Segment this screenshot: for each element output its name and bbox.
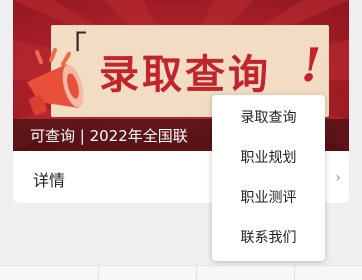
exclamation-mark: ! [301, 38, 322, 92]
chevron-right-icon: › [335, 170, 341, 186]
menu-item-admission-query[interactable]: 录取查询 [212, 98, 325, 138]
popup-menu: 录取查询 职业规划 职业测评 联系我们 [212, 95, 325, 261]
toolbar-divider [196, 266, 197, 280]
detail-label: 详情 [33, 171, 66, 190]
banner-title: 录取查询 [99, 52, 271, 98]
banner-caption: 可查询 | 2022年全国联 [30, 127, 188, 145]
toolbar-divider [294, 266, 295, 280]
menu-item-career-assessment[interactable]: 职业测评 [212, 178, 325, 218]
toolbar-divider [98, 266, 99, 280]
megaphone-icon [27, 48, 84, 116]
menu-item-contact-us[interactable]: 联系我们 [212, 218, 325, 258]
bottom-toolbar [0, 265, 362, 280]
menu-item-career-planning[interactable]: 职业规划 [212, 138, 325, 178]
